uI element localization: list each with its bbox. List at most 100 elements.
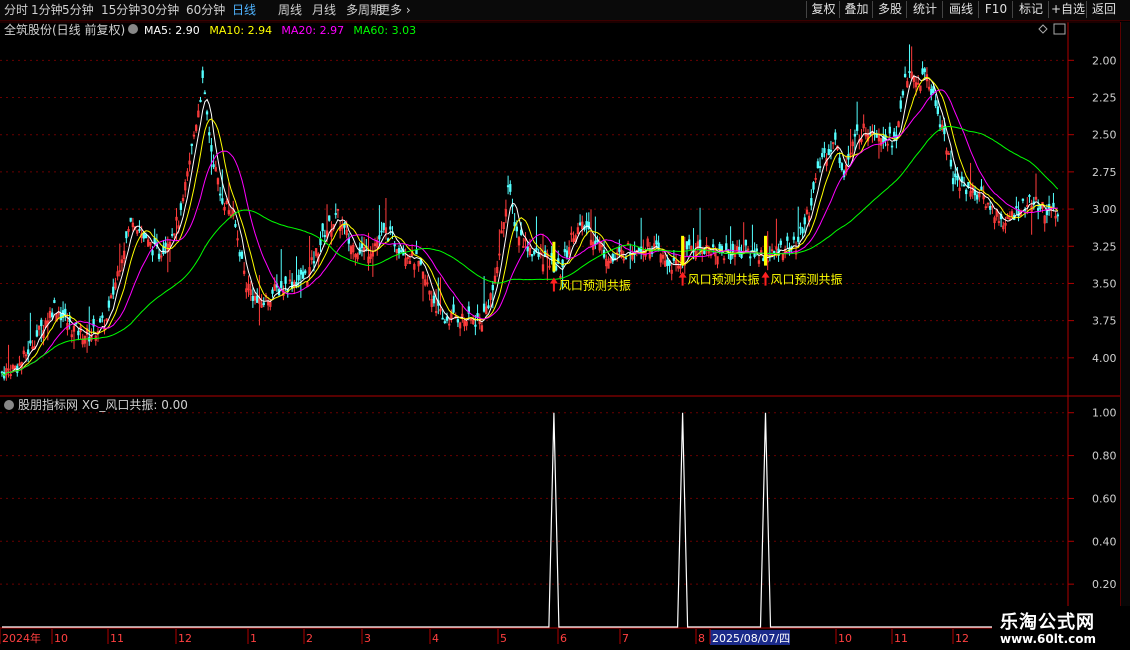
- candle-body: [908, 71, 911, 73]
- candle-body: [618, 247, 621, 252]
- candle-body: [855, 124, 859, 131]
- time-label: 3: [364, 632, 371, 645]
- candle-body: [415, 249, 418, 255]
- candle-body: [319, 238, 322, 246]
- ma5-line: [1, 75, 1058, 377]
- candle-body: [938, 124, 942, 128]
- candle-body: [779, 240, 782, 245]
- candle-body: [40, 319, 43, 327]
- candle-body: [112, 286, 115, 295]
- price-tick-label: 2.25: [1092, 92, 1117, 105]
- candle-body: [240, 251, 244, 259]
- candle-body: [262, 302, 265, 306]
- candle-body: [578, 222, 582, 226]
- ma-legend-2: MA20: 2.97: [281, 24, 344, 37]
- candle-body: [238, 252, 241, 257]
- candle-body: [932, 86, 935, 94]
- candle-body: [179, 203, 183, 210]
- candle-body: [378, 235, 381, 240]
- candle-body: [888, 126, 892, 134]
- candle-body: [389, 226, 392, 230]
- candle-body: [698, 239, 702, 248]
- candle-body: [432, 295, 436, 304]
- candle-body: [834, 132, 837, 140]
- signal-bar: [552, 241, 556, 272]
- time-label: 10: [838, 632, 852, 645]
- candle-body: [151, 250, 154, 256]
- indicator-tick-label: 0.20: [1092, 578, 1117, 591]
- candle-body: [482, 303, 486, 312]
- candle-body: [218, 193, 222, 196]
- candle-body: [1015, 206, 1018, 209]
- time-label: 12: [955, 632, 969, 645]
- candle-body: [129, 217, 132, 222]
- indicator-title: 股朋指标网 XG_风口共振: 0.00: [18, 397, 188, 412]
- candle-body: [164, 242, 167, 247]
- time-label: 8: [698, 632, 705, 645]
- candle-body: [1045, 209, 1049, 216]
- signal-bar: [681, 235, 685, 266]
- candle-body: [930, 88, 933, 96]
- candle-body: [456, 319, 460, 323]
- candle-body: [980, 186, 983, 191]
- signal-label-0: 风口预测共振: [559, 279, 631, 293]
- candle-body: [655, 240, 658, 245]
- candle-body: [441, 317, 444, 320]
- candle-body: [744, 239, 748, 246]
- right-side-strip: [1120, 22, 1130, 650]
- candle-body: [280, 281, 283, 288]
- candle-body: [234, 223, 237, 227]
- candle-body: [936, 106, 940, 115]
- window-icon: [1053, 23, 1066, 35]
- candle-body: [827, 149, 830, 156]
- candle-body: [125, 231, 128, 239]
- candle-body: [506, 185, 510, 188]
- candle-body: [107, 300, 111, 308]
- time-label: 2024年: [2, 631, 41, 645]
- candle-body: [445, 316, 449, 321]
- candle-body: [190, 143, 193, 146]
- candle-body: [491, 284, 494, 291]
- diamond-icon: [1038, 24, 1048, 34]
- candle-body: [718, 243, 721, 250]
- candle-body: [801, 228, 804, 234]
- candle-body: [803, 217, 806, 225]
- candle-body: [208, 132, 211, 136]
- candle-body: [1037, 208, 1040, 211]
- candle-body: [509, 184, 512, 192]
- candle-body: [212, 164, 215, 168]
- price-tick-label: 4.00: [1092, 352, 1117, 365]
- candle-body: [810, 198, 813, 206]
- candle-body: [840, 163, 844, 171]
- time-label: 1: [250, 632, 257, 645]
- indicator-tick-label: 0.40: [1092, 535, 1117, 548]
- candle-body: [328, 215, 331, 221]
- signal-label-2: 风口预测共振: [771, 273, 843, 287]
- candle-body: [170, 234, 174, 236]
- candle-body: [823, 148, 826, 154]
- candle-body: [792, 236, 796, 240]
- candle-body: [452, 304, 455, 313]
- collapse-icon: [128, 24, 138, 34]
- candle-body: [934, 100, 937, 106]
- candle-body: [99, 318, 102, 323]
- candle-body: [142, 232, 145, 239]
- candle-body: [1028, 195, 1031, 197]
- candle-body: [812, 182, 815, 190]
- price-tick-label: 3.00: [1092, 203, 1117, 216]
- candle-body: [297, 274, 300, 281]
- candle-body: [725, 243, 728, 251]
- candle-body: [203, 92, 207, 95]
- candle-body: [773, 250, 776, 254]
- candle-body: [755, 248, 758, 252]
- price-tick-label: 3.25: [1092, 240, 1117, 253]
- time-label: 5: [500, 632, 507, 645]
- indicator-collapse-icon: [4, 400, 14, 410]
- candle-body: [949, 159, 953, 167]
- time-label: 2025/08/07/四: [712, 632, 790, 645]
- candle-body: [951, 178, 955, 185]
- candle-body: [533, 250, 536, 255]
- candle-body: [711, 244, 715, 248]
- candle-body: [799, 226, 802, 229]
- candle-body: [921, 68, 924, 75]
